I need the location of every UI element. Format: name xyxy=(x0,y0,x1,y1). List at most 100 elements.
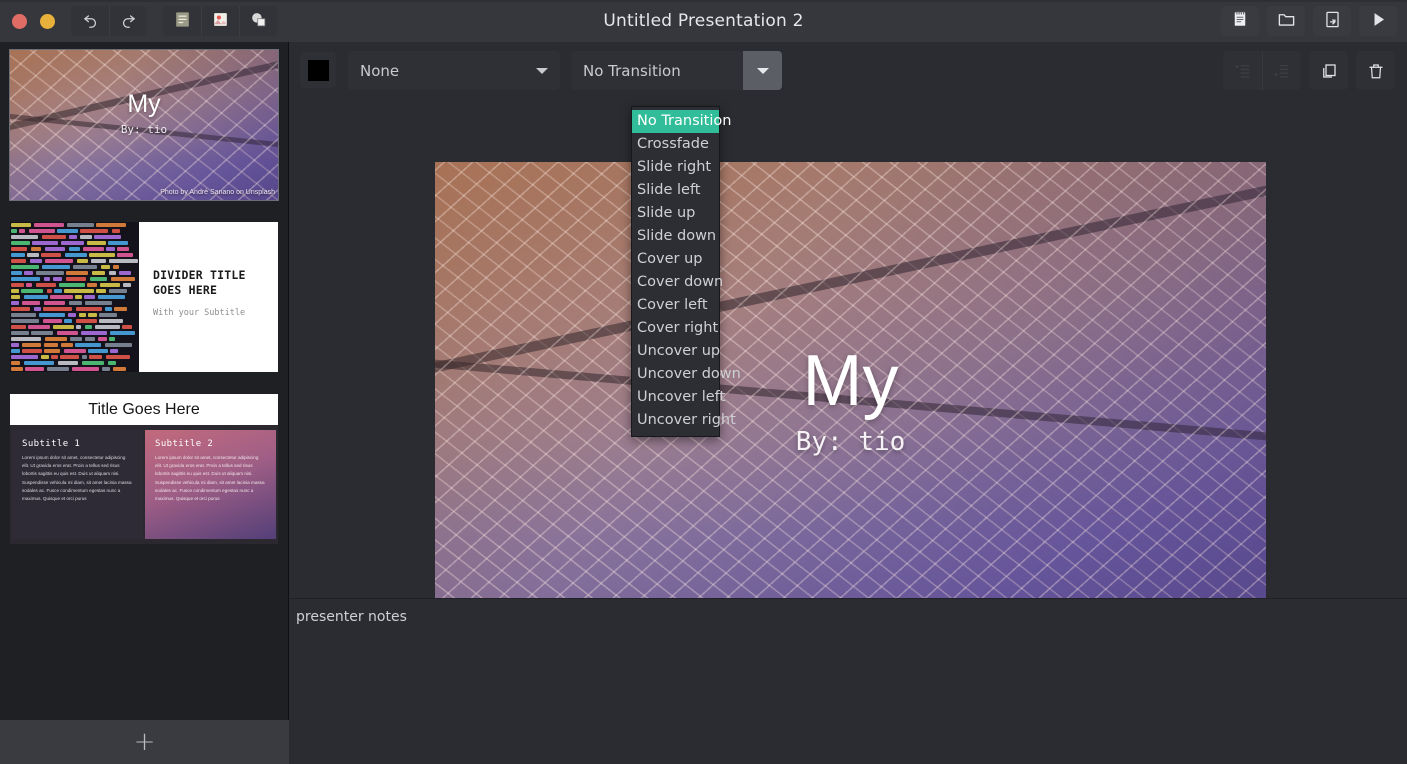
redo-button[interactable] xyxy=(109,6,147,36)
code-token xyxy=(76,325,81,329)
code-token xyxy=(67,223,94,227)
code-token xyxy=(11,253,25,257)
insert-shape-button[interactable] xyxy=(239,6,277,36)
main-area: None No Transition My By: tio presenter … xyxy=(290,42,1407,764)
code-token xyxy=(80,229,108,233)
code-token xyxy=(70,337,82,341)
insert-text-box-button[interactable] xyxy=(163,6,201,36)
code-token xyxy=(66,271,88,275)
transition-menu-item[interactable]: Cover left xyxy=(632,294,719,317)
layout-select-value: None xyxy=(360,61,400,80)
play-icon xyxy=(1369,10,1388,33)
code-token xyxy=(98,295,125,299)
code-token xyxy=(41,253,61,257)
transition-menu-item[interactable]: Uncover down xyxy=(632,363,741,386)
transition-menu-item[interactable]: Cover up xyxy=(632,248,719,271)
slide-subtitle[interactable]: By: tio xyxy=(435,427,1266,457)
open-folder-button[interactable] xyxy=(1267,6,1305,36)
code-token xyxy=(113,367,126,371)
slide-thumbnail-1[interactable]: My By: tio Photo by André Sanano on Unsp… xyxy=(9,49,279,201)
transition-menu-item[interactable]: Cover down xyxy=(632,271,723,294)
slide-1-credit: Photo by André Sanano on Unsplash xyxy=(160,189,275,196)
code-token xyxy=(76,307,102,311)
code-token xyxy=(73,265,97,269)
transition-menu-item[interactable]: Uncover up xyxy=(632,340,720,363)
code-token xyxy=(94,235,121,239)
code-token xyxy=(21,289,43,293)
code-token xyxy=(43,307,72,311)
transition-menu-item[interactable]: Slide up xyxy=(632,202,719,225)
delete-slide-button[interactable] xyxy=(1356,51,1395,90)
slide-actions xyxy=(1223,51,1395,90)
insert-image-button[interactable] xyxy=(201,6,239,36)
code-token xyxy=(106,355,130,359)
code-token xyxy=(45,337,67,341)
text-box-icon xyxy=(173,10,192,33)
code-token xyxy=(11,313,36,317)
code-token xyxy=(65,253,87,257)
transition-menu-item[interactable]: Cover right xyxy=(632,317,719,340)
slide-thumbnail-3[interactable]: Title Goes Here Subtitle 1 Lorem ipsum d… xyxy=(10,394,278,544)
move-slide-down-button[interactable] xyxy=(1262,51,1301,90)
transition-dropdown-menu[interactable]: No Transition Crossfade Slide right Slide l… xyxy=(631,106,741,437)
code-token xyxy=(64,319,72,323)
code-token xyxy=(106,247,115,251)
code-token xyxy=(11,343,19,347)
close-window-button[interactable] xyxy=(12,13,27,29)
present-button[interactable] xyxy=(1359,6,1397,36)
code-token xyxy=(87,241,106,245)
slide-title[interactable]: My xyxy=(435,340,1266,422)
canvas-area: My By: tio Photo by André Sanano on Unsp… xyxy=(290,96,1407,630)
slide-list[interactable]: My By: tio Photo by André Sanano on Unsp… xyxy=(0,42,289,720)
code-token xyxy=(31,247,41,251)
code-token xyxy=(25,367,44,371)
transition-menu-item[interactable]: Slide down xyxy=(632,225,719,248)
minimize-window-button[interactable] xyxy=(40,13,55,29)
export-button[interactable] xyxy=(1313,6,1351,36)
code-token xyxy=(53,277,62,281)
presenter-notes-text[interactable]: presenter notes xyxy=(296,609,1407,625)
code-token xyxy=(82,355,87,359)
notes-button[interactable] xyxy=(1221,6,1259,36)
slide-canvas[interactable]: My By: tio Photo by André Sanano on Unsp… xyxy=(435,162,1266,630)
undo-button[interactable] xyxy=(71,6,109,36)
title-bar-accent xyxy=(0,0,1407,2)
slide-2-subtitle: With your Subtitle xyxy=(153,308,246,318)
transition-menu-item[interactable]: Uncover right xyxy=(632,409,736,432)
code-token xyxy=(11,295,20,299)
code-token xyxy=(50,295,73,299)
code-token xyxy=(44,277,50,281)
slide-1-subtitle: By: tio xyxy=(120,123,168,136)
code-token xyxy=(32,241,58,245)
code-token xyxy=(11,271,22,275)
transition-menu-item[interactable]: Uncover left xyxy=(632,386,725,409)
transition-menu-item[interactable]: Crossfade xyxy=(632,133,719,156)
duplicate-slide-button[interactable] xyxy=(1309,51,1348,90)
move-slide-up-button[interactable] xyxy=(1223,51,1262,90)
add-slide-button[interactable]: + xyxy=(0,720,289,764)
code-token xyxy=(60,355,79,359)
shape-icon xyxy=(249,10,268,33)
presenter-notes-panel[interactable]: presenter notes xyxy=(290,598,1407,764)
code-token xyxy=(100,283,120,287)
transition-menu-item[interactable]: Slide right xyxy=(632,156,719,179)
code-token xyxy=(98,337,107,341)
transition-select[interactable]: No Transition xyxy=(571,51,782,90)
code-token xyxy=(109,337,115,341)
slide-1-title: My xyxy=(127,90,161,118)
background-color-button[interactable] xyxy=(300,52,336,88)
code-token xyxy=(11,349,20,353)
code-token xyxy=(11,241,30,245)
code-token xyxy=(45,259,73,263)
layout-select[interactable]: None xyxy=(348,51,560,90)
transition-menu-item[interactable]: Slide left xyxy=(632,179,719,202)
transition-menu-item[interactable]: No Transition xyxy=(632,110,731,133)
code-token xyxy=(111,277,135,281)
code-token xyxy=(51,355,58,359)
code-token xyxy=(64,349,86,353)
slide-thumbnail-2[interactable]: DIVIDER TITLE GOES HERE With your Subtit… xyxy=(10,222,278,372)
slide-move-group xyxy=(1223,51,1301,90)
code-token xyxy=(11,307,30,311)
code-token xyxy=(91,259,106,263)
transition-select-arrow-button[interactable] xyxy=(743,51,782,90)
